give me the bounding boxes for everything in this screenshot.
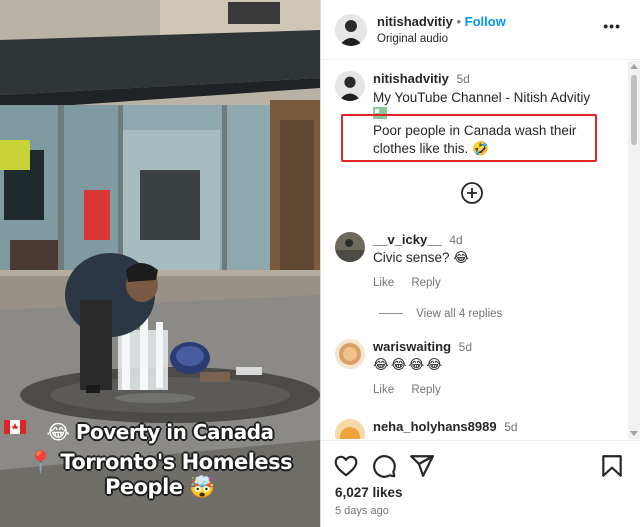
avatar-image	[335, 419, 365, 439]
header-title-row: nitishadvitiy • Follow	[377, 14, 506, 29]
caption-username[interactable]: nitishadvitiy	[373, 71, 449, 86]
comment-actions: Like Reply	[373, 384, 455, 396]
comment-text: Civic sense? 😂	[373, 250, 469, 266]
more-options-icon[interactable]: •••	[603, 18, 621, 34]
caption-avatar[interactable]	[335, 71, 365, 101]
commenter-username[interactable]: neha_holyhans8989	[373, 419, 497, 434]
commenter-avatar[interactable]	[335, 419, 365, 439]
comment-text: 😂😂😂😂	[373, 357, 444, 373]
comments-scrollbar[interactable]	[628, 61, 640, 439]
scrollbar-thumb[interactable]	[631, 75, 637, 145]
commenter-username[interactable]: __v_icky__	[373, 232, 442, 247]
pin-emoji-icon: 📍	[27, 450, 54, 474]
follow-button[interactable]: Follow	[465, 14, 506, 29]
avatar-image	[335, 339, 365, 369]
video-caption-line-2: 📍 Torronto's Homeless People 🤯	[0, 450, 320, 500]
caption-text-1: Poverty in Canada	[75, 420, 274, 444]
post-header: nitishadvitiy • Follow Original audio ••…	[321, 0, 640, 60]
header-separator: •	[456, 14, 462, 29]
video-caption-line-1: 😂 Poverty in Canada	[0, 420, 320, 444]
laughing-emoji-icons: 😂😂😂😂	[373, 357, 445, 372]
caption-line-2: Poor people in Canada wash their	[373, 123, 577, 138]
comment-actions: Like Reply	[373, 277, 455, 289]
comment-time: 4d	[449, 233, 463, 247]
reply-button[interactable]: Reply	[411, 384, 440, 396]
commenter-avatar[interactable]	[335, 232, 365, 262]
caption-line-3: clothes like this. 🤣	[373, 141, 489, 157]
caption-line-3-text: clothes like this.	[373, 141, 469, 156]
author-avatar[interactable]	[335, 14, 367, 46]
post-timestamp: 5 days ago	[335, 505, 389, 517]
scroll-up-arrow-icon[interactable]	[630, 64, 638, 69]
laughing-emoji-icon: 😂	[46, 420, 70, 444]
exploding-head-emoji-icon: 🤯	[189, 475, 215, 499]
avatar-image	[335, 232, 365, 262]
comment-icon[interactable]	[371, 453, 397, 479]
comment-meta: __v_icky__ 4d	[373, 232, 463, 247]
comment-meta: neha_holyhans8989 5d	[373, 419, 518, 434]
post-side-panel: nitishadvitiy • Follow Original audio ••…	[320, 0, 640, 527]
load-more-comments-button[interactable]	[460, 181, 484, 205]
likes-count[interactable]: 6,027 likes	[335, 485, 403, 500]
share-icon[interactable]	[409, 453, 435, 479]
reply-button[interactable]: Reply	[411, 277, 440, 289]
audio-label[interactable]: Original audio	[377, 33, 448, 45]
comment-text-body: Civic sense?	[373, 250, 450, 265]
video-scene	[0, 0, 320, 527]
rofl-emoji-icon: 🤣	[472, 141, 489, 156]
caption-time: 5d	[456, 72, 470, 86]
comment-time: 5d	[458, 340, 473, 354]
comment-meta: wariswaiting 5d	[373, 339, 472, 354]
caption-meta: nitishadvitiy 5d	[373, 71, 470, 86]
reel-video[interactable]: 😂 Poverty in Canada 📍 Torronto's Homeles…	[0, 0, 320, 527]
caption-text-2: Torronto's Homeless People	[60, 450, 293, 499]
canada-flag-icon	[4, 420, 26, 434]
comments-list: nitishadvitiy 5d My YouTube Channel - Ni…	[321, 61, 640, 439]
replies-divider	[379, 313, 403, 315]
post-actions: 6,027 likes 5 days ago	[321, 440, 640, 527]
caption-line-1: My YouTube Channel - Nitish Advitiy	[373, 90, 591, 105]
avatar-image	[335, 71, 365, 101]
avatar-image	[335, 14, 367, 46]
author-username[interactable]: nitishadvitiy	[377, 14, 453, 29]
comment-time: 5d	[504, 420, 518, 434]
view-replies-label: View all 4 replies	[416, 308, 503, 320]
bookmark-icon[interactable]	[599, 453, 625, 479]
view-replies-button[interactable]: View all 4 replies	[379, 308, 516, 320]
scroll-down-arrow-icon[interactable]	[630, 431, 638, 436]
heart-icon[interactable]	[333, 453, 359, 479]
like-comment-button[interactable]: Like	[373, 384, 394, 396]
commenter-username[interactable]: wariswaiting	[373, 339, 451, 354]
laughing-emoji-icon: 😂	[453, 250, 470, 265]
commenter-avatar[interactable]	[335, 339, 365, 369]
like-comment-button[interactable]: Like	[373, 277, 394, 289]
